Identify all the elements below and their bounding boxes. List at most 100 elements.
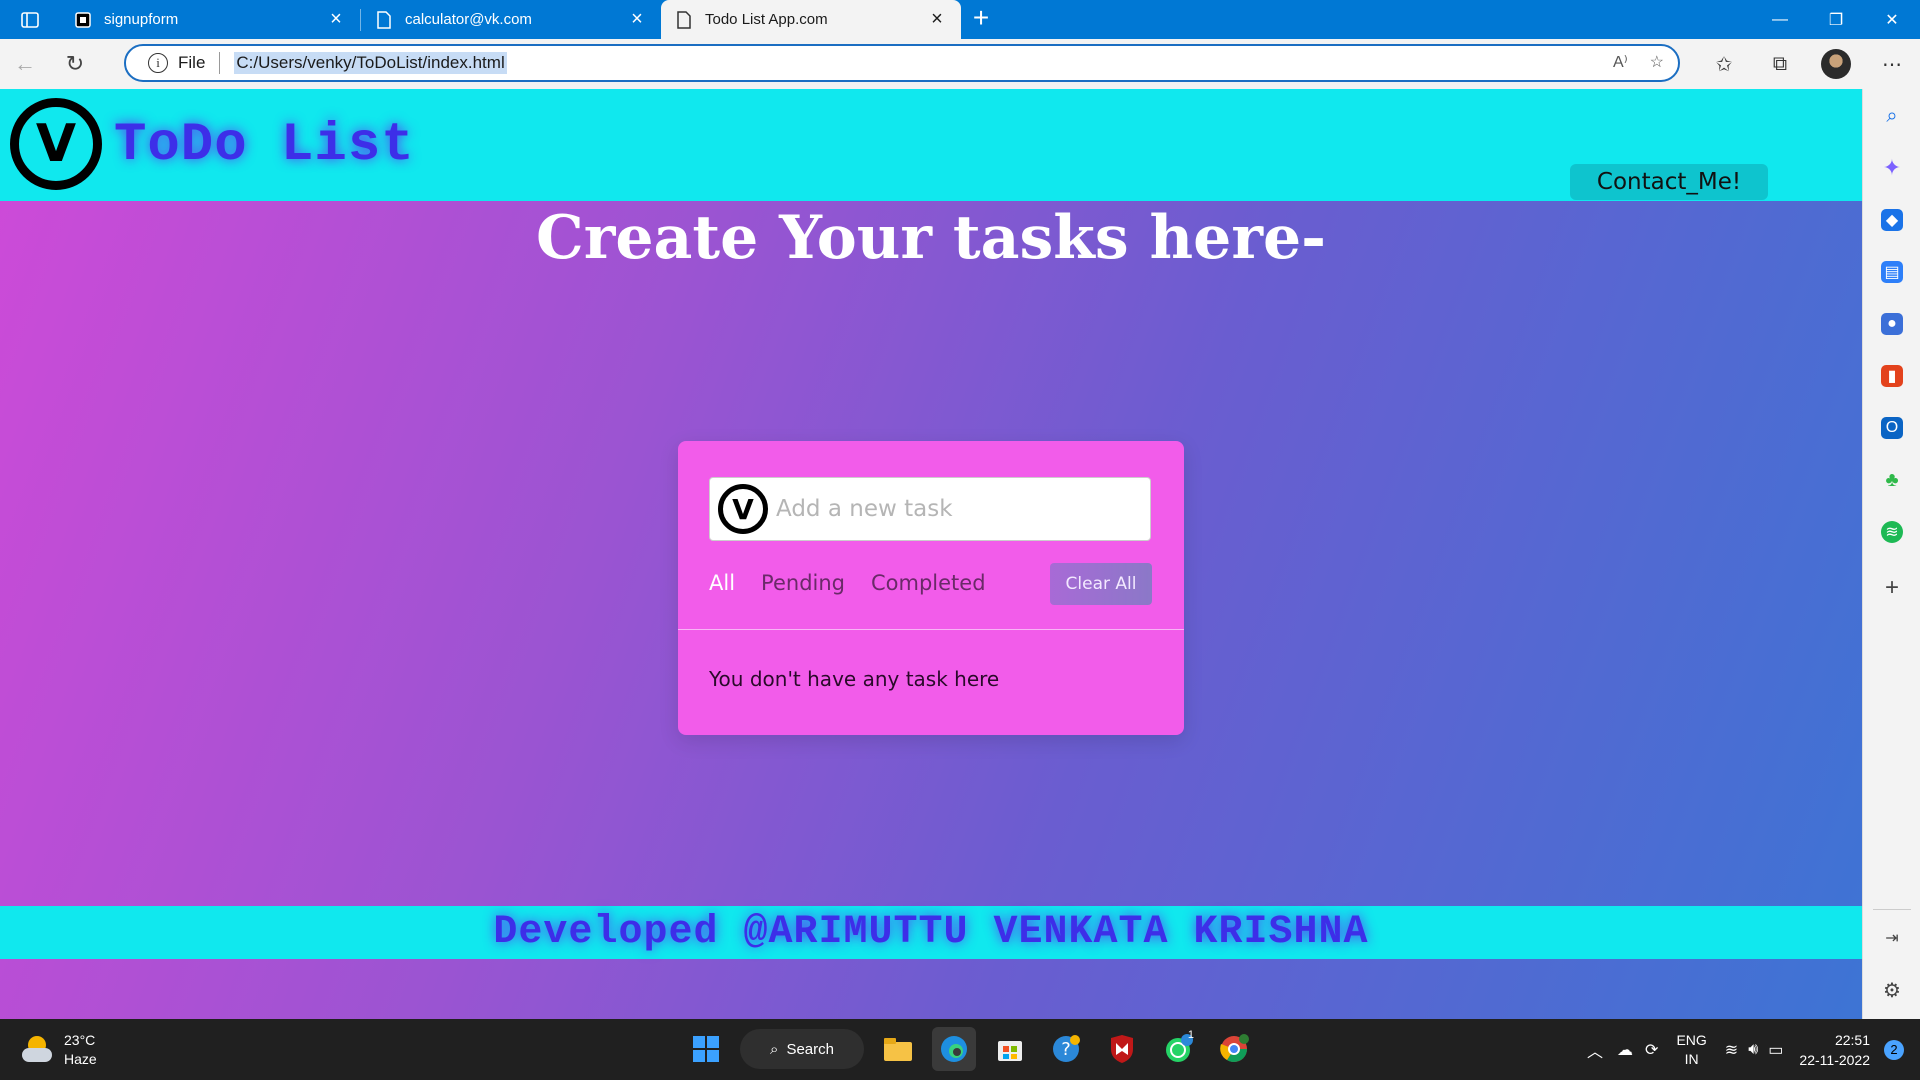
search-icon[interactable]: ⌕ [1881, 105, 1903, 127]
restore-button[interactable]: ❐ [1808, 0, 1864, 39]
clear-all-button[interactable]: Clear All [1050, 563, 1152, 605]
shopping-tag-icon[interactable]: ◆ [1881, 209, 1903, 231]
add-favorite-icon[interactable]: ☆ [1650, 52, 1664, 72]
wifi-icon[interactable]: ≋ [1725, 1040, 1738, 1060]
outlook-icon[interactable]: O [1881, 417, 1903, 439]
url-text[interactable]: C:/Users/venky/ToDoList/index.html [234, 52, 507, 74]
close-window-button[interactable]: ✕ [1864, 0, 1920, 39]
task-input[interactable] [776, 496, 1136, 522]
task-input-wrapper[interactable]: V [709, 477, 1151, 541]
region-code: IN [1684, 1050, 1699, 1067]
favorites-icon[interactable]: ✩ [1696, 52, 1752, 77]
svg-text:?: ? [1061, 1039, 1071, 1060]
whatsapp-badge: 1 [1187, 1029, 1194, 1041]
input-logo: V [718, 484, 768, 534]
page-viewport: V ToDo List Contact_Me! Create Your task… [0, 89, 1862, 1019]
microsoft-store-icon[interactable] [988, 1027, 1032, 1071]
temperature: 23°C [64, 1032, 96, 1048]
edge-browser-icon[interactable] [932, 1027, 976, 1071]
weather-widget[interactable]: 23°C Haze [22, 1031, 97, 1069]
filter-all[interactable]: All [709, 571, 735, 595]
filter-completed[interactable]: Completed [871, 571, 986, 595]
window-controls: — ❐ ✕ [1752, 0, 1920, 39]
edge-sidebar: ⌕ ✦ ◆ ▤ ● ▮ O ♣ ≋ + ⇥ ⚙ [1862, 89, 1920, 1019]
mcafee-shield-icon[interactable] [1100, 1027, 1144, 1071]
site-footer: Developed @ARIMUTTU VENKATA KRISHNA [0, 906, 1862, 959]
minimize-button[interactable]: — [1752, 0, 1808, 39]
collections-icon[interactable]: ⧉ [1752, 53, 1808, 76]
windows-taskbar: 23°C Haze ⌕ Search ? 1 ︿ ☁ ⟳ ENG IN ≋ 🔊︎… [0, 1019, 1920, 1080]
show-hidden-icons-chevron-icon[interactable]: ︿ [1587, 1038, 1603, 1062]
browser-toolbar: ← ↻ i File C:/Users/venky/ToDoList/index… [0, 39, 1920, 89]
close-tab-icon[interactable]: × [627, 9, 647, 30]
tree-icon[interactable]: ♣ [1881, 469, 1903, 491]
file-explorer-icon[interactable] [876, 1027, 920, 1071]
add-sidebar-app-icon[interactable]: + [1881, 574, 1903, 601]
info-icon[interactable]: i [148, 53, 168, 73]
todo-card: V All Pending Completed Clear All You do… [678, 441, 1184, 735]
search-label: Search [786, 1040, 834, 1058]
spotify-icon[interactable]: ≋ [1881, 521, 1903, 543]
language-indicator[interactable]: ENG IN [1676, 1031, 1706, 1069]
copilot-icon[interactable]: ✦ [1881, 155, 1903, 180]
volume-icon[interactable]: 🔊︎ [1748, 1041, 1758, 1059]
close-tab-icon[interactable]: × [326, 9, 346, 30]
back-button[interactable]: ← [0, 39, 50, 89]
tab-actions-icon[interactable] [0, 0, 60, 39]
games-icon[interactable]: ● [1881, 313, 1903, 335]
filter-pending[interactable]: Pending [761, 571, 845, 595]
site-logo[interactable]: V [10, 98, 102, 190]
tab-title: calculator@vk.com [405, 11, 532, 28]
clock-time: 22:51 [1834, 1031, 1870, 1048]
onedrive-cloud-icon[interactable]: ☁ [1617, 1040, 1633, 1060]
browser-tab-strip: signupform × calculator@vk.com × Todo Li… [0, 0, 1920, 39]
scheme-label: File [178, 53, 206, 72]
refresh-button[interactable]: ↻ [50, 39, 100, 89]
site-header: V ToDo List Contact_Me! [0, 89, 1862, 201]
battery-icon[interactable]: ▭ [1768, 1040, 1783, 1060]
clock[interactable]: 22:51 22-11-2022 [1799, 1030, 1870, 1070]
page-favicon-icon [74, 11, 92, 29]
tab-todo-list[interactable]: Todo List App.com × [661, 0, 961, 39]
notification-badge[interactable]: 2 [1884, 1039, 1904, 1060]
document-icon [675, 10, 693, 29]
more-menu-icon[interactable]: ⋯ [1864, 52, 1920, 77]
contact-me-button[interactable]: Contact_Me! [1570, 164, 1768, 200]
chrome-icon[interactable] [1212, 1027, 1256, 1071]
taskbar-apps: ⌕ Search ? 1 [684, 1027, 1256, 1071]
start-windows-icon[interactable] [684, 1027, 728, 1071]
tab-title: signupform [104, 11, 179, 28]
clock-date: 22-11-2022 [1799, 1051, 1870, 1068]
hide-sidebar-icon[interactable]: ⇥ [1881, 927, 1903, 949]
logo-letter: V [35, 114, 77, 174]
page-heading: Create Your tasks here- [535, 203, 1327, 273]
system-tray: ︿ ☁ ⟳ ENG IN ≋ 🔊︎ ▭ 22:51 22-11-2022 2 [1587, 1019, 1920, 1080]
profile-avatar[interactable] [1821, 49, 1851, 79]
tab-signupform[interactable]: signupform × [60, 0, 360, 39]
filter-tabs: All Pending Completed [709, 571, 986, 595]
search-icon: ⌕ [770, 1040, 779, 1058]
footer-credit: Developed @ARIMUTTU VENKATA KRISHNA [493, 910, 1369, 955]
help-icon[interactable]: ? [1044, 1027, 1088, 1071]
language-code: ENG [1676, 1031, 1707, 1048]
tools-briefcase-icon[interactable]: ▤ [1881, 261, 1903, 283]
settings-gear-icon[interactable]: ⚙ [1881, 979, 1903, 1002]
address-bar[interactable]: i File C:/Users/venky/ToDoList/index.htm… [124, 44, 1680, 82]
close-tab-icon[interactable]: × [927, 9, 947, 30]
empty-task-message: You don't have any task here [709, 667, 1000, 691]
taskbar-search-button[interactable]: ⌕ Search [740, 1029, 864, 1069]
weather-condition: Haze [64, 1051, 97, 1067]
tab-title: Todo List App.com [705, 11, 828, 28]
toolbar-right: ✩ ⧉ ⋯ [1696, 39, 1920, 89]
read-aloud-icon[interactable]: A⁾ [1613, 52, 1628, 72]
office-icon[interactable]: ▮ [1881, 365, 1903, 387]
sidebar-divider [1873, 909, 1911, 910]
whatsapp-icon[interactable]: 1 [1156, 1027, 1200, 1071]
weather-icon [22, 1034, 54, 1066]
tab-calculator[interactable]: calculator@vk.com × [361, 0, 661, 39]
sync-icon[interactable]: ⟳ [1645, 1040, 1658, 1060]
new-tab-button[interactable]: + [961, 0, 1001, 39]
document-icon [375, 10, 393, 29]
address-divider [219, 52, 221, 74]
site-title: ToDo List [114, 115, 415, 176]
